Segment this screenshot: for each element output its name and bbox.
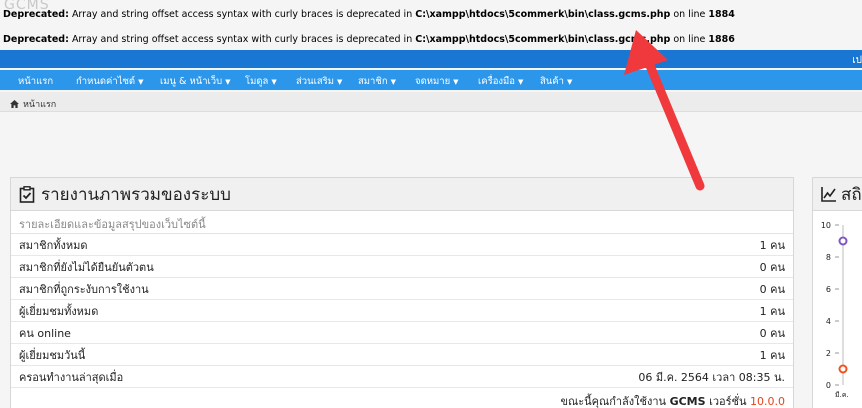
warning-path: C:\xampp\htdocs\5commerk\bin\class.gcms.… <box>415 34 671 45</box>
warning-label: Deprecated <box>3 34 66 45</box>
row-value: 1 คน <box>759 348 785 362</box>
stats-title: สถิ <box>841 184 862 205</box>
caret-down-icon: ▼ <box>225 78 231 86</box>
row-label: ครอนทำงานล่าสุดเมื่อ <box>19 370 124 384</box>
row-label: สมาชิกที่ถูกระงับการใช้งาน <box>19 282 149 296</box>
table-row: ครอนทำงานล่าสุดเมื่อ 06 มี.ค. 2564 เวลา 0… <box>11 366 793 388</box>
warning-line: 1884 <box>708 9 735 20</box>
y-tick-label: 4 <box>826 317 831 326</box>
row-value: 0 คน <box>759 326 785 340</box>
warning-on-line: on line <box>673 34 706 45</box>
table-row: สมาชิกที่ยังไม่ได้ยืนยันตัวตน 0 คน <box>11 256 793 278</box>
row-label: ผู้เยี่ยมชมทั้งหมด <box>19 304 99 318</box>
page-title: รายงานภาพรวมของระบบ <box>41 184 231 205</box>
line-chart-icon <box>821 187 836 202</box>
caret-down-icon: ▼ <box>138 78 144 86</box>
row-label: ผู้เยี่ยมชมวันนี้ <box>19 348 86 362</box>
y-tick-label: 6 <box>826 285 831 294</box>
y-tick-label: 10 <box>821 221 831 230</box>
row-label: คน online <box>19 326 71 340</box>
breadcrumb: หน้าแรก <box>0 92 862 112</box>
warning-path: C:\xampp\htdocs\5commerk\bin\class.gcms.… <box>415 9 671 20</box>
nav-modules[interactable]: โมดูล ▼ <box>245 74 277 89</box>
row-value: 1 คน <box>759 304 785 318</box>
y-tick-label: 0 <box>826 381 831 390</box>
table-row: คน online 0 คน <box>11 322 793 344</box>
stats-panel: สถิ 10 8 6 4 2 0 มี.ค. <box>812 177 862 408</box>
caret-down-icon: ▼ <box>518 78 524 86</box>
nav-addons[interactable]: ส่วนเสริม ▼ <box>296 74 342 89</box>
nav-site-settings[interactable]: กำหนดค่าไซต์ ▼ <box>76 74 144 89</box>
row-value: 0 คน <box>759 282 785 296</box>
overview-subtitle: รายละเอียดและข้อมูลสรุปของเว็บไซต์นี้ <box>11 211 793 234</box>
row-label: สมาชิกที่ยังไม่ได้ยืนยันตัวตน <box>19 260 154 274</box>
nav-tools[interactable]: เครื่องมือ ▼ <box>478 74 523 89</box>
nav-label: โมดูล <box>245 76 269 87</box>
data-point[interactable] <box>838 236 848 246</box>
overview-panel: รายงานภาพรวมของระบบ รายละเอียดและข้อมูลส… <box>10 177 794 408</box>
nav-products[interactable]: สินค้า ▼ <box>540 74 572 89</box>
nav-label: สมาชิก <box>358 76 388 87</box>
deprecated-warning: Deprecated: Array and string offset acce… <box>3 9 735 20</box>
y-tick-label: 8 <box>826 253 831 262</box>
nav-label: จดหมาย <box>415 76 451 87</box>
overview-panel-header: รายงานภาพรวมของระบบ <box>11 178 793 211</box>
warning-line: 1886 <box>708 34 735 45</box>
row-label: สมาชิกทั้งหมด <box>19 238 88 252</box>
footer-prefix: ขณะนี้คุณกำลังใช้งาน <box>560 395 667 408</box>
brand-name: GCMS <box>669 395 706 408</box>
deprecated-warning: Deprecated: Array and string offset acce… <box>3 34 735 45</box>
nav-label: สินค้า <box>540 76 564 87</box>
caret-down-icon: ▼ <box>453 78 459 86</box>
table-row: สมาชิกทั้งหมด 1 คน <box>11 234 793 256</box>
version-number: 10.0.0 <box>750 395 785 408</box>
version-info: ขณะนี้คุณกำลังใช้งาน GCMS เวอร์ชั่น 10.0… <box>11 388 793 408</box>
caret-down-icon: ▼ <box>390 78 396 86</box>
stats-chart: 10 8 6 4 2 0 มี.ค. <box>821 221 849 399</box>
nav-label: หน้าแรก <box>18 76 54 87</box>
main-nav: หน้าแรก กำหนดค่าไซต์ ▼ เมนู & หน้าเว็บ ▼ โ… <box>0 70 862 90</box>
user-menu-text[interactable]: เป <box>852 53 862 68</box>
table-row: สมาชิกที่ถูกระงับการใช้งาน 0 คน <box>11 278 793 300</box>
stats-panel-header: สถิ <box>813 178 862 211</box>
warning-message: Array and string offset access syntax wi… <box>71 9 413 20</box>
warning-on-line: on line <box>673 9 706 20</box>
nav-label: ส่วนเสริม <box>296 76 335 87</box>
caret-down-icon: ▼ <box>566 78 573 86</box>
row-value: 1 คน <box>759 238 785 252</box>
data-point[interactable] <box>838 364 848 374</box>
caret-down-icon: ▼ <box>337 78 343 86</box>
caret-down-icon: ▼ <box>271 78 277 86</box>
x-tick-label: มี.ค. <box>835 391 849 399</box>
table-row: ผู้เยี่ยมชมวันนี้ 1 คน <box>11 344 793 366</box>
breadcrumb-home[interactable]: หน้าแรก <box>10 97 56 111</box>
nav-label: เครื่องมือ <box>478 76 516 87</box>
clipboard-check-icon <box>19 185 35 203</box>
breadcrumb-label: หน้าแรก <box>23 100 57 110</box>
version-label: เวอร์ชั่น <box>709 395 747 408</box>
nav-label: กำหนดค่าไซต์ <box>76 76 136 87</box>
warning-message: Array and string offset access syntax wi… <box>71 34 413 45</box>
nav-members[interactable]: สมาชิก ▼ <box>358 74 396 89</box>
row-value: 06 มี.ค. 2564 เวลา 08:35 น. <box>638 370 785 384</box>
row-value: 0 คน <box>759 260 785 274</box>
nav-home[interactable]: หน้าแรก <box>18 74 53 89</box>
nav-mail[interactable]: จดหมาย ▼ <box>415 74 459 89</box>
nav-menu-pages[interactable]: เมนู & หน้าเว็บ ▼ <box>160 74 231 89</box>
nav-label: เมนู & หน้าเว็บ <box>160 76 223 87</box>
home-icon <box>10 100 19 108</box>
warning-label: Deprecated <box>3 9 66 20</box>
top-header-bar: เป <box>0 50 862 68</box>
table-row: ผู้เยี่ยมชมทั้งหมด 1 คน <box>11 300 793 322</box>
y-tick-label: 2 <box>826 349 831 358</box>
